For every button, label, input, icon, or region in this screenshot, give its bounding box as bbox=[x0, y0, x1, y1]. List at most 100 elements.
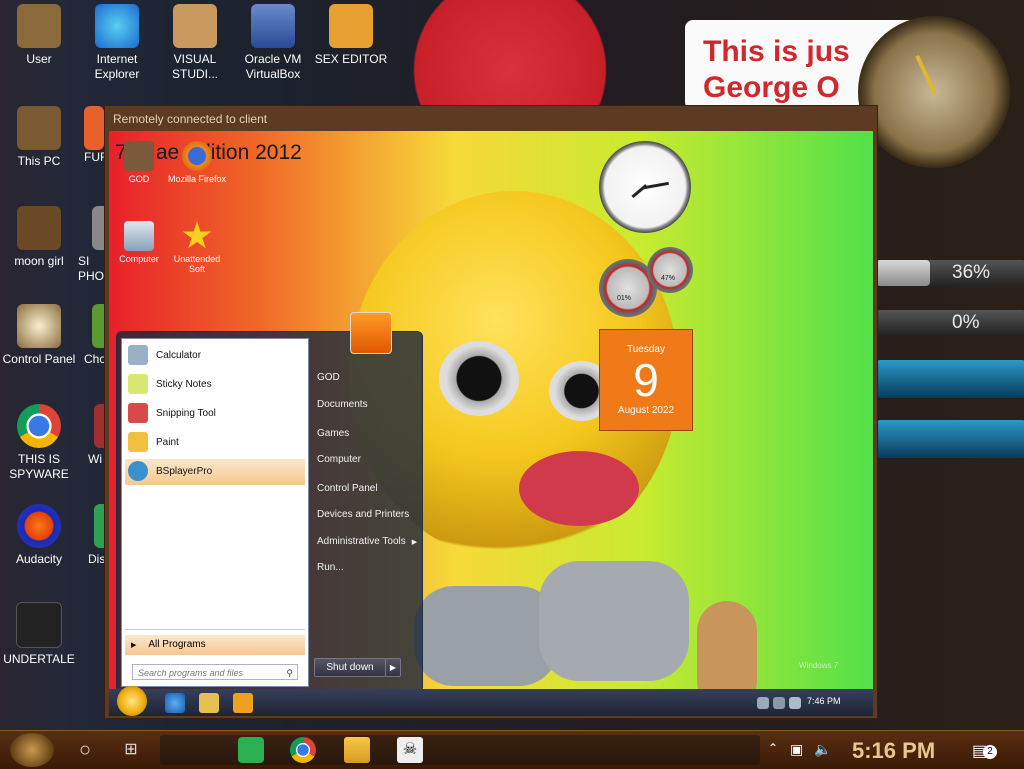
steampunk-clock-widget[interactable] bbox=[858, 16, 1010, 168]
tray-volume-icon[interactable] bbox=[789, 697, 801, 709]
fur-icon bbox=[84, 106, 104, 150]
guest-clock[interactable]: 7:46 PM bbox=[807, 696, 841, 706]
chrome-taskbar-icon[interactable] bbox=[290, 737, 316, 763]
desktop-icon-control-panel[interactable]: Control Panel bbox=[0, 304, 78, 367]
system-clock[interactable]: 5:16 PM bbox=[852, 738, 935, 764]
start-right-control-panel[interactable]: Control Panel bbox=[317, 483, 378, 494]
start-right-run[interactable]: Run... bbox=[317, 562, 344, 573]
start-right-documents[interactable]: Documents bbox=[317, 399, 368, 410]
start-item-label: Calculator bbox=[156, 350, 202, 361]
skull-app-icon[interactable]: ☠ bbox=[397, 737, 423, 763]
guest-start-orb[interactable] bbox=[117, 686, 147, 716]
clock-hour-hand bbox=[631, 184, 648, 199]
computer-icon bbox=[124, 221, 154, 251]
desktop-icon-undertale[interactable]: UNDERTALE bbox=[0, 602, 78, 667]
start-right-computer[interactable]: Computer bbox=[317, 454, 361, 465]
god-icon bbox=[124, 141, 154, 171]
guest-icon-unattended[interactable]: Unattended Soft bbox=[167, 221, 227, 274]
desktop-icon-si-pho[interactable]: SI PHO bbox=[78, 206, 112, 284]
desktop-icon-sex-editor[interactable]: SEX EDITOR bbox=[312, 4, 390, 67]
desktop-icon-chrome[interactable]: THIS IS SPYWARE bbox=[0, 404, 78, 482]
control-panel-icon bbox=[17, 304, 61, 348]
hex-editor-icon bbox=[329, 4, 373, 48]
calendar-month: August 2022 bbox=[617, 405, 675, 416]
cortana-circle-icon[interactable]: ○ bbox=[72, 737, 98, 763]
sheets-icon[interactable] bbox=[238, 737, 264, 763]
start-menu[interactable]: Calculator Sticky Notes Snipping Tool Pa… bbox=[116, 312, 423, 693]
guest-taskbar: 7:46 PM bbox=[109, 686, 873, 716]
meter-value-1: 01% bbox=[617, 295, 632, 302]
virtualbox-icon bbox=[251, 4, 295, 48]
desktop-icon-label: Audacity bbox=[15, 552, 63, 566]
sticky-notes-icon bbox=[128, 374, 148, 395]
start-item-paint[interactable]: Paint bbox=[125, 430, 305, 456]
desktop-icon-moon-girl[interactable]: moon girl bbox=[0, 206, 78, 269]
volume-muted-icon[interactable]: 🔈 bbox=[814, 741, 831, 758]
arrow-right-icon: ▶ bbox=[411, 539, 418, 546]
start-button[interactable] bbox=[10, 733, 54, 767]
start-right-games[interactable]: Games bbox=[317, 428, 349, 439]
ie-icon[interactable] bbox=[165, 693, 185, 713]
star-icon bbox=[182, 221, 212, 249]
desktop-icon-user[interactable]: User bbox=[0, 4, 78, 67]
start-item-calculator[interactable]: Calculator bbox=[125, 343, 305, 369]
emoji-eye-left bbox=[439, 341, 519, 416]
search-input[interactable]: Search programs and files ⚲ bbox=[132, 664, 298, 680]
visual-studio-icon bbox=[173, 4, 217, 48]
tray-display-icon[interactable] bbox=[773, 697, 785, 709]
desktop-icon-internet-explorer[interactable]: Internet Explorer bbox=[78, 4, 156, 82]
desktop-icon-label: SI PHO bbox=[78, 254, 105, 283]
host-taskbar: ○ ⊞ ☠ ⌃ ▣ 🔈 5:16 PM ▤ 2 bbox=[0, 730, 1024, 769]
edge-icon bbox=[95, 4, 139, 48]
guest-icon-god[interactable]: GOD bbox=[109, 141, 169, 184]
desktop-icon-label: VISUAL STUDI... bbox=[171, 52, 218, 81]
tray-network-icon[interactable] bbox=[757, 697, 769, 709]
start-item-label: Snipping Tool bbox=[156, 408, 216, 419]
start-item-sticky-notes[interactable]: Sticky Notes bbox=[125, 372, 305, 398]
desktop-icon-label: Oracle VM VirtualBox bbox=[244, 52, 302, 81]
desktop-icon-label: Cho bbox=[84, 352, 107, 366]
media-player-icon[interactable] bbox=[233, 693, 253, 713]
all-programs-button[interactable]: ▶ All Programs bbox=[125, 635, 305, 655]
desktop-icon-label: Wi bbox=[88, 452, 102, 466]
network-icon[interactable]: ▣ bbox=[790, 741, 803, 758]
shutdown-button[interactable]: Shut down bbox=[314, 658, 386, 677]
calendar-date: 9 bbox=[633, 354, 659, 406]
bsplayer-icon bbox=[128, 461, 148, 482]
user-picture[interactable] bbox=[350, 312, 392, 354]
windows-watermark: Windows 7 bbox=[799, 661, 839, 670]
window-title: Remotely connected to client bbox=[113, 112, 268, 126]
memory-meter-gadget[interactable]: 47% bbox=[647, 247, 693, 293]
firefox-icon bbox=[182, 141, 212, 171]
shutdown-options-button[interactable]: ▶ bbox=[385, 658, 401, 677]
tray-chevron-icon[interactable]: ⌃ bbox=[768, 741, 778, 755]
desktop-icon-visual-studio[interactable]: VISUAL STUDI... bbox=[156, 4, 234, 82]
guest-icon-firefox[interactable]: Mozilla Firefox bbox=[167, 141, 227, 184]
guest-icon-label: Unattended Soft bbox=[173, 254, 221, 274]
start-right-god[interactable]: GOD bbox=[317, 372, 340, 383]
notification-count-badge: 2 bbox=[983, 745, 997, 759]
all-programs-label: All Programs bbox=[148, 639, 206, 650]
gauge-widget bbox=[876, 248, 1024, 708]
calculator-icon bbox=[128, 345, 148, 366]
desktop-icon-audacity[interactable]: Audacity bbox=[0, 504, 78, 567]
meter-value-2: 47% bbox=[661, 275, 676, 282]
start-right-admin-tools[interactable]: Administrative Tools ▶ bbox=[317, 536, 417, 547]
start-right-devices-printers[interactable]: Devices and Printers bbox=[317, 509, 409, 520]
gauge-tube-2 bbox=[876, 420, 1024, 458]
paint-icon bbox=[128, 432, 148, 453]
remote-desktop-window[interactable]: Remotely connected to client 7 ... ae Ed… bbox=[104, 105, 878, 719]
guest-desktop[interactable]: 7 ... ae Edition 2012 GOD Mozilla Firefo… bbox=[109, 131, 873, 716]
file-explorer-icon[interactable] bbox=[344, 737, 370, 763]
calendar-gadget[interactable]: Tuesday 9 August 2022 bbox=[599, 329, 693, 431]
explorer-folder-icon[interactable] bbox=[199, 693, 219, 713]
desktop-icon-virtualbox[interactable]: Oracle VM VirtualBox bbox=[234, 4, 312, 82]
unity-icon bbox=[16, 602, 62, 648]
task-view-icon[interactable]: ⊞ bbox=[118, 737, 144, 763]
chrome-icon bbox=[17, 404, 61, 448]
guest-icon-computer[interactable]: Computer bbox=[109, 221, 169, 264]
gauge-value-1: 36% bbox=[952, 262, 991, 283]
start-item-bsplayer[interactable]: BSplayerPro bbox=[125, 459, 305, 485]
start-item-snipping-tool[interactable]: Snipping Tool bbox=[125, 401, 305, 427]
analog-clock-gadget[interactable] bbox=[599, 141, 691, 233]
